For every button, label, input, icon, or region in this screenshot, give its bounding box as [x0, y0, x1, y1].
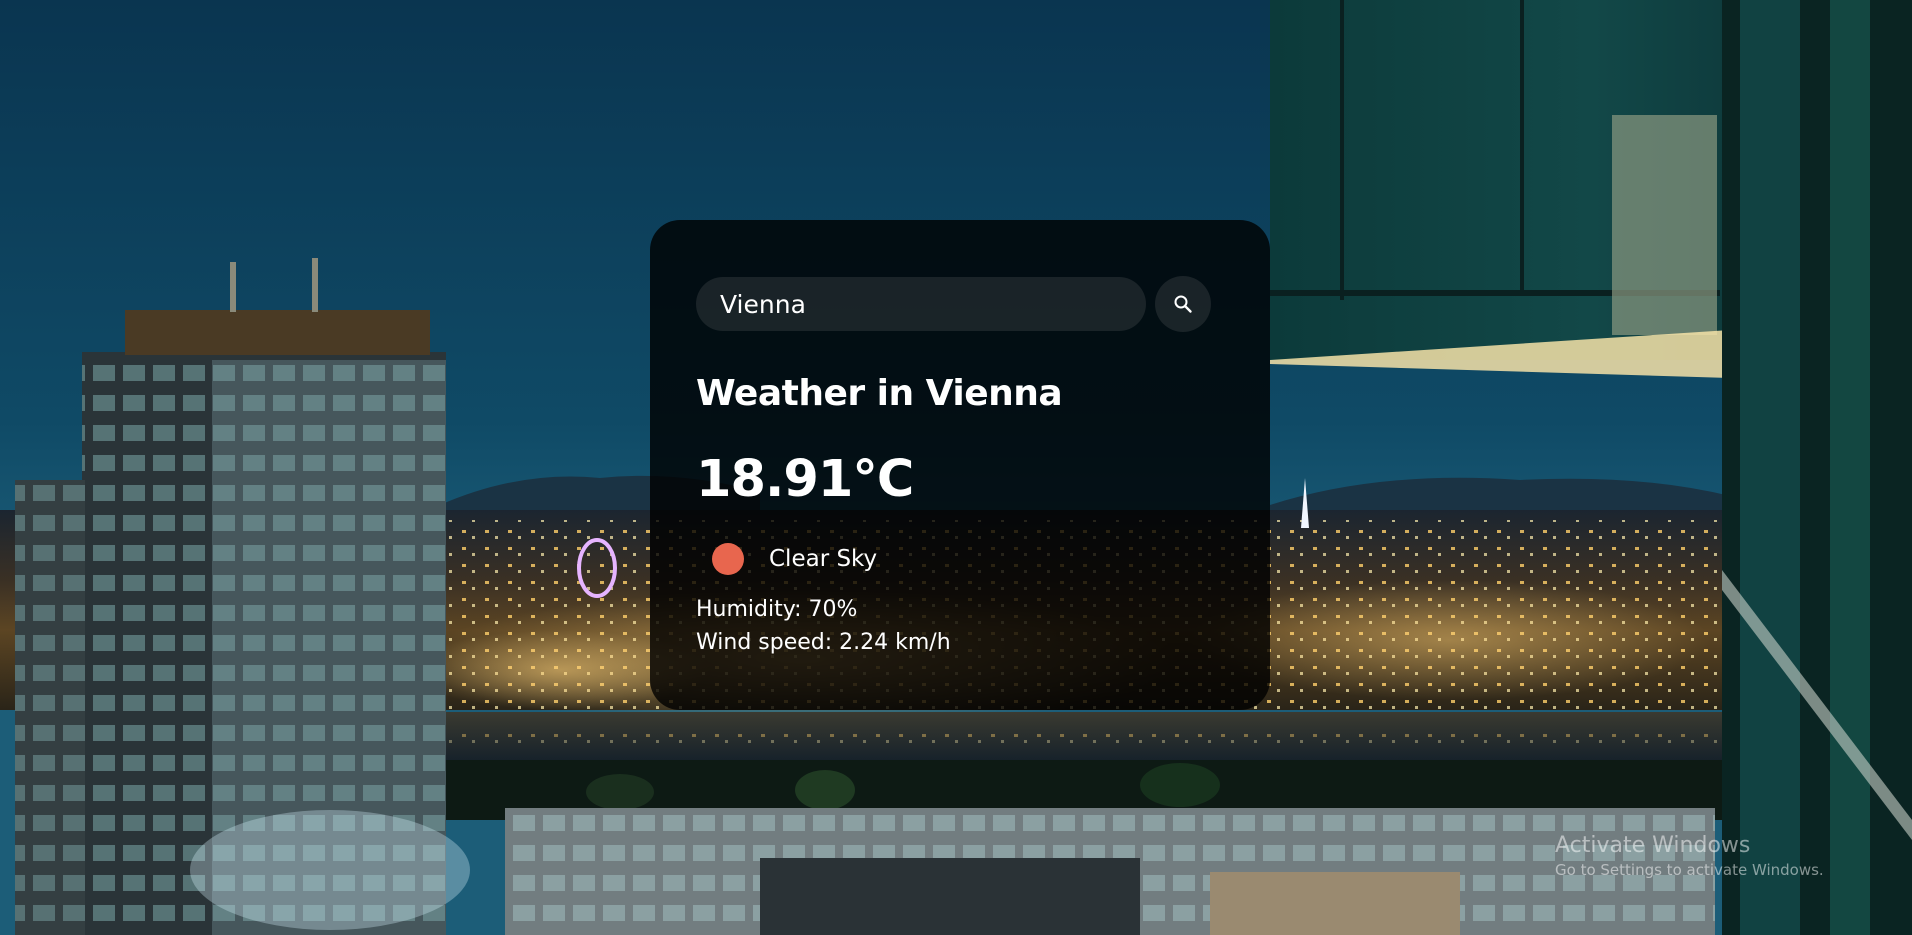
temperature: 18.91°C: [696, 450, 914, 509]
weather-description-row: Clear Sky: [696, 537, 1214, 581]
search-bar: [696, 276, 1214, 332]
search-input[interactable]: [696, 277, 1146, 331]
search-icon: [1174, 295, 1192, 313]
wind-speed-text: Wind speed: 2.24 km/h: [696, 630, 951, 655]
weather-description: Clear Sky: [769, 546, 878, 572]
clear-sky-sun-icon: [712, 543, 744, 575]
search-button[interactable]: [1155, 276, 1211, 332]
city-heading: Weather in Vienna: [696, 373, 1063, 414]
watermark-subtitle: Go to Settings to activate Windows.: [1555, 861, 1824, 879]
watermark-title: Activate Windows: [1555, 833, 1751, 858]
weather-card: Weather in Vienna 18.91°C Clear Sky Humi…: [650, 220, 1270, 710]
humidity-text: Humidity: 70%: [696, 597, 858, 622]
activate-windows-watermark: Activate Windows Go to Settings to activ…: [1555, 832, 1824, 880]
